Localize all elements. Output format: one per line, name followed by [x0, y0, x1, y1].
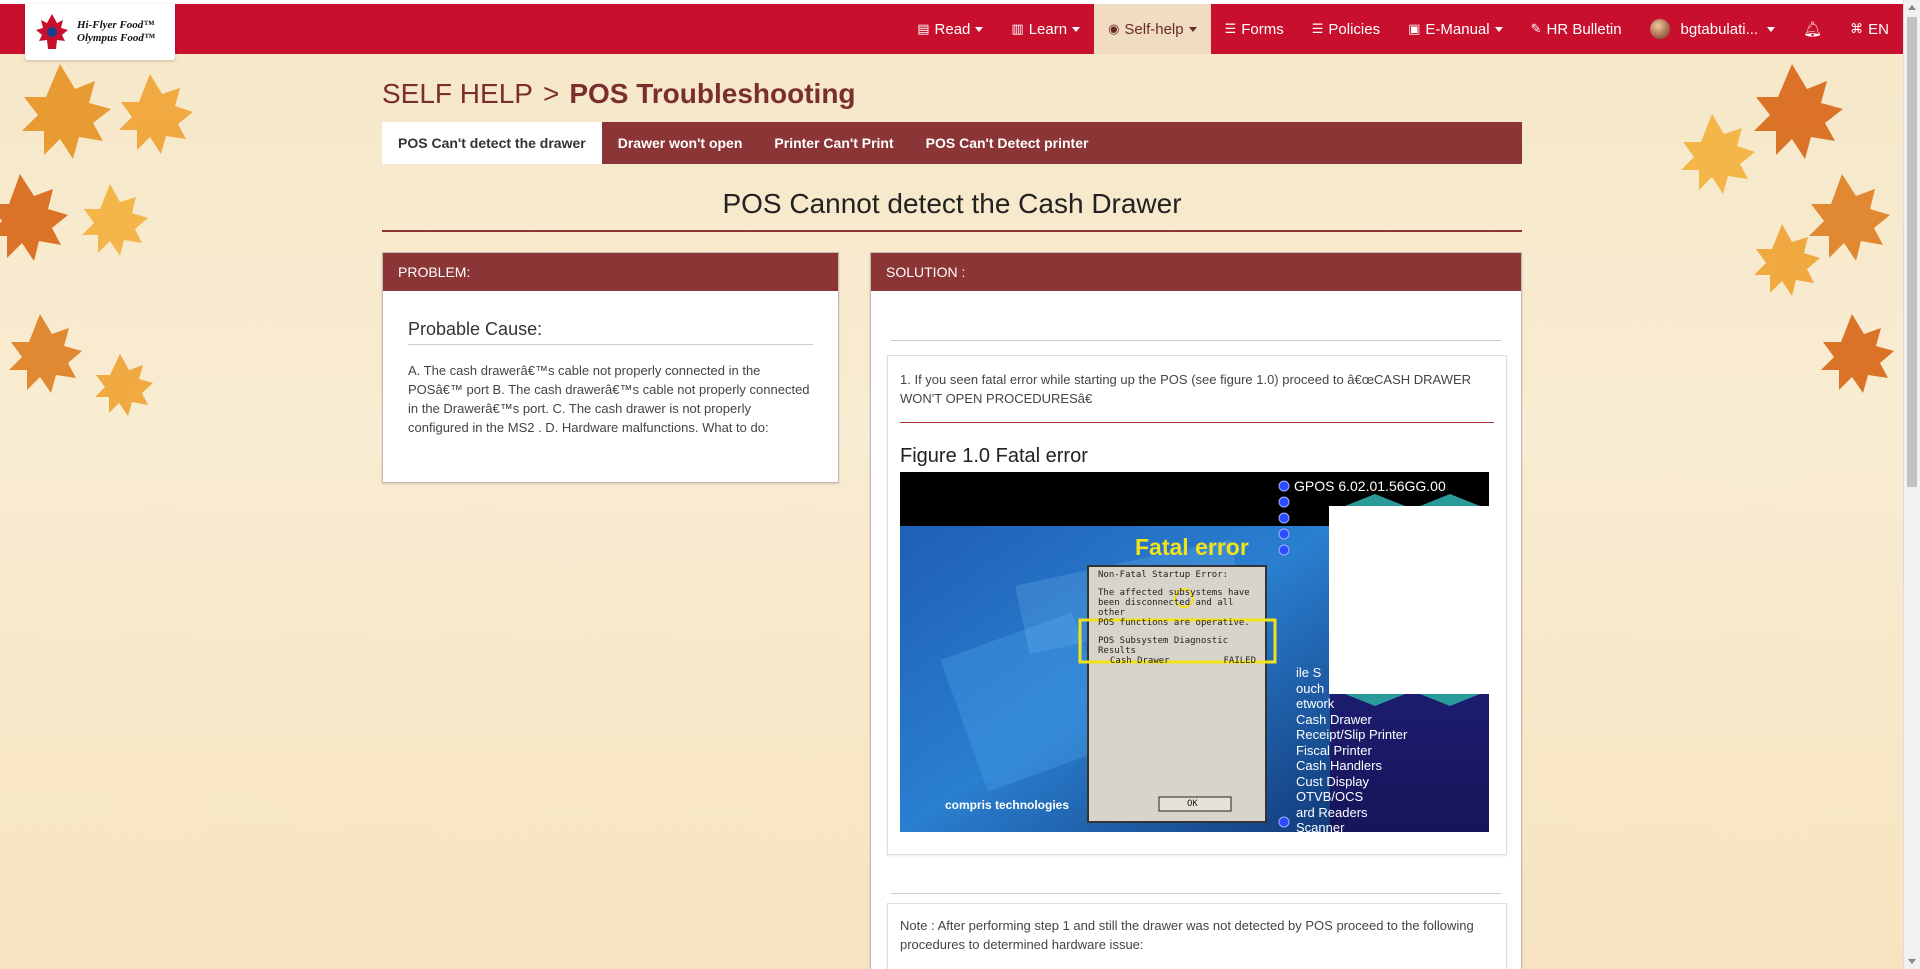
maple-leaves-decoration-left — [0, 64, 193, 416]
user-menu[interactable]: bgtabulati... — [1636, 4, 1790, 54]
nav-hr-bulletin-label: HR Bulletin — [1546, 20, 1622, 38]
menu-item: Scanner — [1296, 820, 1345, 832]
nav-forms-label: Forms — [1241, 20, 1284, 38]
probable-cause-body: A. The cash drawerâ€™s cable not properl… — [408, 363, 810, 435]
language-label: EN — [1868, 20, 1889, 38]
tab-pos-cant-detect-drawer[interactable]: POS Can't detect the drawer — [382, 122, 602, 164]
scroll-down-arrow-icon[interactable] — [1908, 959, 1916, 964]
note-card: Note : After performing step 1 and still… — [887, 903, 1507, 969]
menu-item: ile S — [1296, 665, 1322, 680]
tab-printer-cant-print[interactable]: Printer Can't Print — [758, 122, 909, 164]
avatar — [1649, 19, 1670, 39]
fatal-error-screenshot: GPOS 6.02.01.56GG.00 Fatal error Non-Fat… — [900, 472, 1489, 832]
menu-item: Fiscal Printer — [1296, 742, 1372, 758]
dialog-title: Non-Fatal Startup Error: — [1098, 570, 1229, 580]
bell-icon: 🔔︎ — [1803, 21, 1823, 38]
nav-read-label: Read — [934, 20, 971, 38]
note-text: Note : After performing step 1 and still… — [900, 918, 1474, 952]
pin-icon: ✎ — [1530, 21, 1542, 36]
list-icon: ☰ — [1224, 21, 1237, 36]
maple-leaf-logo-icon — [36, 14, 68, 49]
menu-item: etwork — [1296, 696, 1335, 711]
dialog-line-1: The affected subsystems have — [1098, 588, 1250, 598]
top-navbar: Hi-Flyer Food™ Olympus Food™ ▤ Read ▥ Le… — [0, 0, 1903, 60]
main-content: SELF HELP > POS Troubleshooting POS Can'… — [382, 74, 1522, 969]
breadcrumb-current: POS Troubleshooting — [569, 78, 856, 109]
notifications-button[interactable]: 🔔︎ — [1789, 4, 1836, 54]
language-icon: ⌘ — [1850, 21, 1864, 36]
diag-item: Cash Drawer — [1110, 656, 1170, 666]
chevron-down-icon — [1188, 26, 1197, 32]
dialog-ok-button: OK — [1187, 799, 1198, 809]
menu-item: Cust Display — [1296, 773, 1369, 789]
nav-hr-bulletin[interactable]: ✎ HR Bulletin — [1517, 4, 1636, 54]
error-dialog: Non-Fatal Startup Error: The affected su… — [1098, 570, 1264, 666]
nav-learn[interactable]: ▥ Learn — [997, 4, 1094, 54]
book-open-icon: ▥ — [1011, 21, 1024, 36]
book-icon: ▤ — [917, 21, 930, 36]
menu-item: ouch — [1296, 680, 1325, 696]
list-icon: ☰ — [1311, 21, 1324, 36]
fatal-error-banner: Fatal error — [1135, 534, 1249, 560]
nav-read[interactable]: ▤ Read — [903, 4, 997, 54]
maple-leaves-decoration-right — [1681, 64, 1894, 393]
nav-policies-label: Policies — [1328, 20, 1381, 38]
figure-title: Figure 1.0 Fatal error — [900, 445, 1088, 467]
chevron-down-icon — [1767, 26, 1776, 32]
menu-item: Cash Handlers — [1296, 758, 1382, 773]
tab-pos-cant-detect-printer[interactable]: POS Can't Detect printer — [910, 122, 1105, 164]
tab-drawer-wont-open[interactable]: Drawer won't open — [602, 122, 759, 164]
nav-self-help[interactable]: ◉ Self-help — [1094, 4, 1211, 54]
solution-panel: SOLUTION : 1. If you seen fatal error wh… — [870, 252, 1522, 969]
nav-self-help-label: Self-help — [1124, 20, 1184, 38]
life-ring-icon: ◉ — [1108, 21, 1120, 36]
scrollbar-thumb[interactable] — [1907, 17, 1917, 487]
tab-bar: POS Can't detect the drawer Drawer won't… — [382, 122, 1522, 164]
language-switcher[interactable]: ⌘ EN — [1836, 4, 1903, 54]
menu-item: Cash Drawer — [1296, 711, 1372, 727]
logo-line-1: Hi-Flyer Food™ — [77, 19, 155, 31]
breadcrumb-separator: > — [542, 78, 560, 109]
page-scrollbar[interactable] — [1903, 0, 1920, 969]
pos-version: GPOS 6.02.01.56GG.00 — [1294, 478, 1446, 494]
chevron-down-icon — [1494, 26, 1503, 32]
nav-forms[interactable]: ☰ Forms — [1211, 4, 1298, 54]
diag-title: POS Subsystem Diagnostic Results — [1098, 636, 1229, 656]
dialog-line-3: POS functions are operative. — [1098, 618, 1250, 628]
divider — [891, 893, 1501, 894]
logo-line-2: Olympus Food™ — [77, 32, 155, 44]
manual-icon: ▣ — [1408, 21, 1421, 36]
breadcrumb-parent[interactable]: SELF HELP — [382, 78, 533, 110]
menu-item: OTVB/OCS — [1296, 789, 1364, 804]
solution-header: SOLUTION : — [871, 253, 1521, 291]
step-1-text: 1. If you seen fatal error while startin… — [900, 372, 1472, 406]
divider — [891, 340, 1501, 341]
nav-policies[interactable]: ☰ Policies — [1298, 4, 1394, 54]
dialog-line-2: been disconnected and all other — [1098, 598, 1234, 618]
chevron-down-icon — [1072, 26, 1081, 32]
step-1-card: 1. If you seen fatal error while startin… — [887, 355, 1507, 855]
problem-header: PROBLEM: — [383, 253, 838, 291]
page-title: POS Cannot detect the Cash Drawer — [382, 188, 1522, 232]
probable-cause-title: Probable Cause: — [408, 319, 813, 345]
scroll-up-arrow-icon[interactable] — [1908, 5, 1916, 10]
pos-subsystem-menu: ile S ouch etwork Cash Drawer Receipt/Sl… — [1296, 665, 1407, 832]
chevron-down-icon — [975, 26, 984, 32]
nav-learn-label: Learn — [1028, 20, 1068, 38]
compris-brand: compris technologies — [945, 798, 1070, 812]
diag-status: FAILED — [1223, 656, 1256, 666]
menu-item: ard Readers — [1296, 804, 1368, 820]
company-logo[interactable]: Hi-Flyer Food™ Olympus Food™ — [25, 4, 175, 60]
user-name: bgtabulati... — [1680, 20, 1759, 38]
nav-e-manual-label: E-Manual — [1425, 20, 1490, 38]
menu-item: Receipt/Slip Printer — [1296, 727, 1408, 742]
nav-e-manual[interactable]: ▣ E-Manual — [1394, 4, 1517, 54]
breadcrumb: SELF HELP > POS Troubleshooting — [382, 74, 1522, 114]
problem-panel: PROBLEM: Probable Cause: A. The cash dra… — [382, 252, 839, 483]
